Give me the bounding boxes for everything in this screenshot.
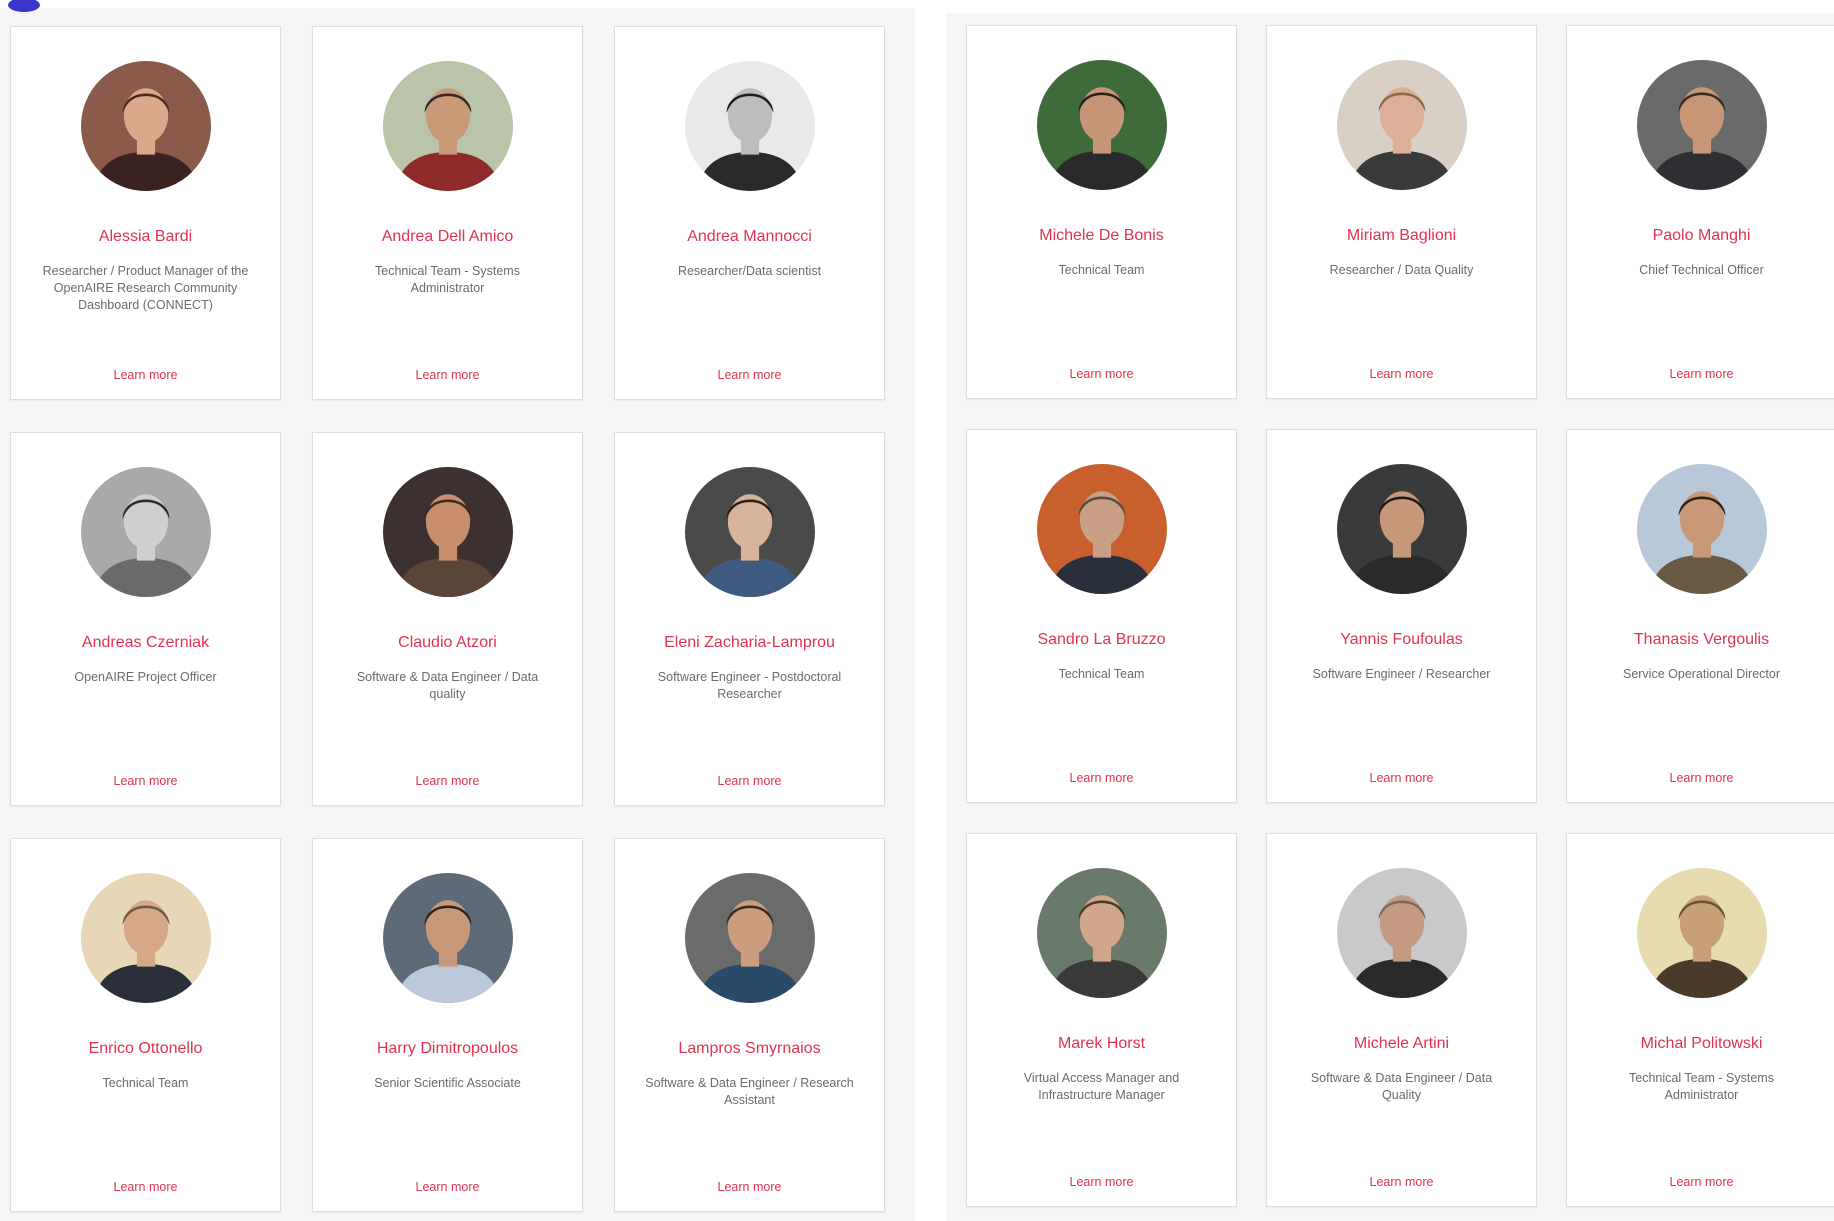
profile-photo[interactable] (1037, 464, 1167, 594)
profile-photo[interactable] (81, 873, 211, 1003)
team-member-card: Harry Dimitropoulos Senior Scientific Ass… (312, 838, 583, 1212)
team-member-card: Andreas Czerniak OpenAIRE Project Officer… (10, 432, 281, 806)
profile-photo[interactable] (383, 467, 513, 597)
team-member-card: Michele Artini Software & Data Engineer /… (1266, 833, 1537, 1207)
member-role: Technical Team - Systems Administrator (1629, 1071, 1774, 1102)
profile-photo[interactable] (685, 61, 815, 191)
team-member-card: Eleni Zacharia-Lamprou Software Engineer … (614, 432, 885, 806)
profile-photo[interactable] (1637, 60, 1767, 190)
team-member-card: Alessia Bardi Researcher / Product Manage… (10, 26, 281, 400)
member-name[interactable]: Michal Politowski (1577, 1034, 1826, 1054)
team-member-card: Claudio Atzori Software & Data Engineer /… (312, 432, 583, 806)
member-role: Technical Team (102, 1076, 189, 1090)
member-role: Technical Team (1058, 263, 1145, 277)
team-member-card: Enrico Ottonello Technical Team Learn more (10, 838, 281, 1212)
member-name[interactable]: Paolo Manghi (1577, 226, 1826, 246)
learn-more-link[interactable]: Learn more (1567, 366, 1834, 382)
member-role: Chief Technical Officer (1639, 263, 1764, 277)
member-name[interactable]: Harry Dimitropoulos (323, 1039, 572, 1059)
member-name[interactable]: Claudio Atzori (323, 633, 572, 653)
member-name[interactable]: Eleni Zacharia-Lamprou (625, 633, 874, 653)
member-role: Software Engineer - Postdoctoral Researc… (657, 670, 842, 701)
member-role: Software Engineer / Researcher (1312, 667, 1491, 681)
learn-more-link[interactable]: Learn more (1267, 1174, 1536, 1190)
profile-photo[interactable] (685, 467, 815, 597)
profile-photo[interactable] (383, 873, 513, 1003)
member-name[interactable]: Michele Artini (1277, 1034, 1526, 1054)
profile-photo[interactable] (1337, 464, 1467, 594)
member-role: Technical Team - Systems Administrator (375, 264, 520, 295)
profile-photo[interactable] (1337, 868, 1467, 998)
profile-photo[interactable] (81, 61, 211, 191)
team-member-card: Michele De Bonis Technical Team Learn more (966, 25, 1237, 399)
learn-more-link[interactable]: Learn more (313, 773, 582, 789)
team-member-card: Lampros Smyrnaios Software & Data Enginee… (614, 838, 885, 1212)
team-member-card: Marek Horst Virtual Access Manager and In… (966, 833, 1237, 1207)
learn-more-link[interactable]: Learn more (615, 367, 884, 383)
team-member-card: Sandro La Bruzzo Technical Team Learn more (966, 429, 1237, 803)
learn-more-link[interactable]: Learn more (615, 1179, 884, 1195)
member-name[interactable]: Andreas Czerniak (21, 633, 270, 653)
member-role: Senior Scientific Associate (374, 1076, 521, 1090)
learn-more-link[interactable]: Learn more (313, 367, 582, 383)
learn-more-link[interactable]: Learn more (1267, 366, 1536, 382)
member-name[interactable]: Michele De Bonis (977, 226, 1226, 246)
profile-photo[interactable] (1037, 868, 1167, 998)
member-name[interactable]: Andrea Dell Amico (323, 227, 572, 247)
team-member-card: Yannis Foufoulas Software Engineer / Rese… (1266, 429, 1537, 803)
member-role: OpenAIRE Project Officer (74, 670, 217, 684)
team-grid-left: Alessia Bardi Researcher / Product Manage… (0, 0, 915, 1221)
member-role: Software & Data Engineer / Data Quality (1310, 1071, 1493, 1102)
member-name[interactable]: Sandro La Bruzzo (977, 630, 1226, 650)
profile-photo[interactable] (81, 467, 211, 597)
corner-decoration (8, 0, 40, 12)
member-name[interactable]: Lampros Smyrnaios (625, 1039, 874, 1059)
team-member-card: Andrea Dell Amico Technical Team - System… (312, 26, 583, 400)
team-member-card: Paolo Manghi Chief Technical Officer Learn… (1566, 25, 1834, 399)
profile-photo[interactable] (1637, 868, 1767, 998)
member-role: Technical Team (1058, 667, 1145, 681)
team-member-card: Michal Politowski Technical Team - System… (1566, 833, 1834, 1207)
profile-photo[interactable] (1337, 60, 1467, 190)
team-grid-right: Michele De Bonis Technical Team Learn more… (946, 13, 1834, 1221)
team-member-card: Thanasis Vergoulis Service Operational Di… (1566, 429, 1834, 803)
member-role: Service Operational Director (1622, 667, 1780, 681)
member-name[interactable]: Yannis Foufoulas (1277, 630, 1526, 650)
learn-more-link[interactable]: Learn more (615, 773, 884, 789)
learn-more-link[interactable]: Learn more (967, 366, 1236, 382)
profile-photo[interactable] (685, 873, 815, 1003)
profile-photo[interactable] (1637, 464, 1767, 594)
member-name[interactable]: Andrea Mannocci (625, 227, 874, 247)
profile-photo[interactable] (1037, 60, 1167, 190)
learn-more-link[interactable]: Learn more (11, 773, 280, 789)
member-name[interactable]: Marek Horst (977, 1034, 1226, 1054)
team-member-card: Andrea Mannocci Researcher/Data scientist… (614, 26, 885, 400)
member-role: Virtual Access Manager and Infrastructur… (1023, 1071, 1180, 1102)
learn-more-link[interactable]: Learn more (1567, 770, 1834, 786)
learn-more-link[interactable]: Learn more (11, 1179, 280, 1195)
learn-more-link[interactable]: Learn more (11, 367, 280, 383)
learn-more-link[interactable]: Learn more (967, 770, 1236, 786)
member-role: Software & Data Engineer / Research Assi… (645, 1076, 854, 1107)
learn-more-link[interactable]: Learn more (1567, 1174, 1834, 1190)
member-name[interactable]: Miriam Baglioni (1277, 226, 1526, 246)
learn-more-link[interactable]: Learn more (967, 1174, 1236, 1190)
member-role: Software & Data Engineer / Data quality (356, 670, 539, 701)
member-name[interactable]: Alessia Bardi (21, 227, 270, 247)
team-member-card: Miriam Baglioni Researcher / Data Quality… (1266, 25, 1537, 399)
member-role: Researcher / Data Quality (1329, 263, 1474, 277)
member-role: Researcher / Product Manager of the Open… (42, 264, 249, 312)
learn-more-link[interactable]: Learn more (313, 1179, 582, 1195)
profile-photo[interactable] (383, 61, 513, 191)
member-name[interactable]: Enrico Ottonello (21, 1039, 270, 1059)
member-role: Researcher/Data scientist (677, 264, 822, 278)
learn-more-link[interactable]: Learn more (1267, 770, 1536, 786)
member-name[interactable]: Thanasis Vergoulis (1577, 630, 1826, 650)
